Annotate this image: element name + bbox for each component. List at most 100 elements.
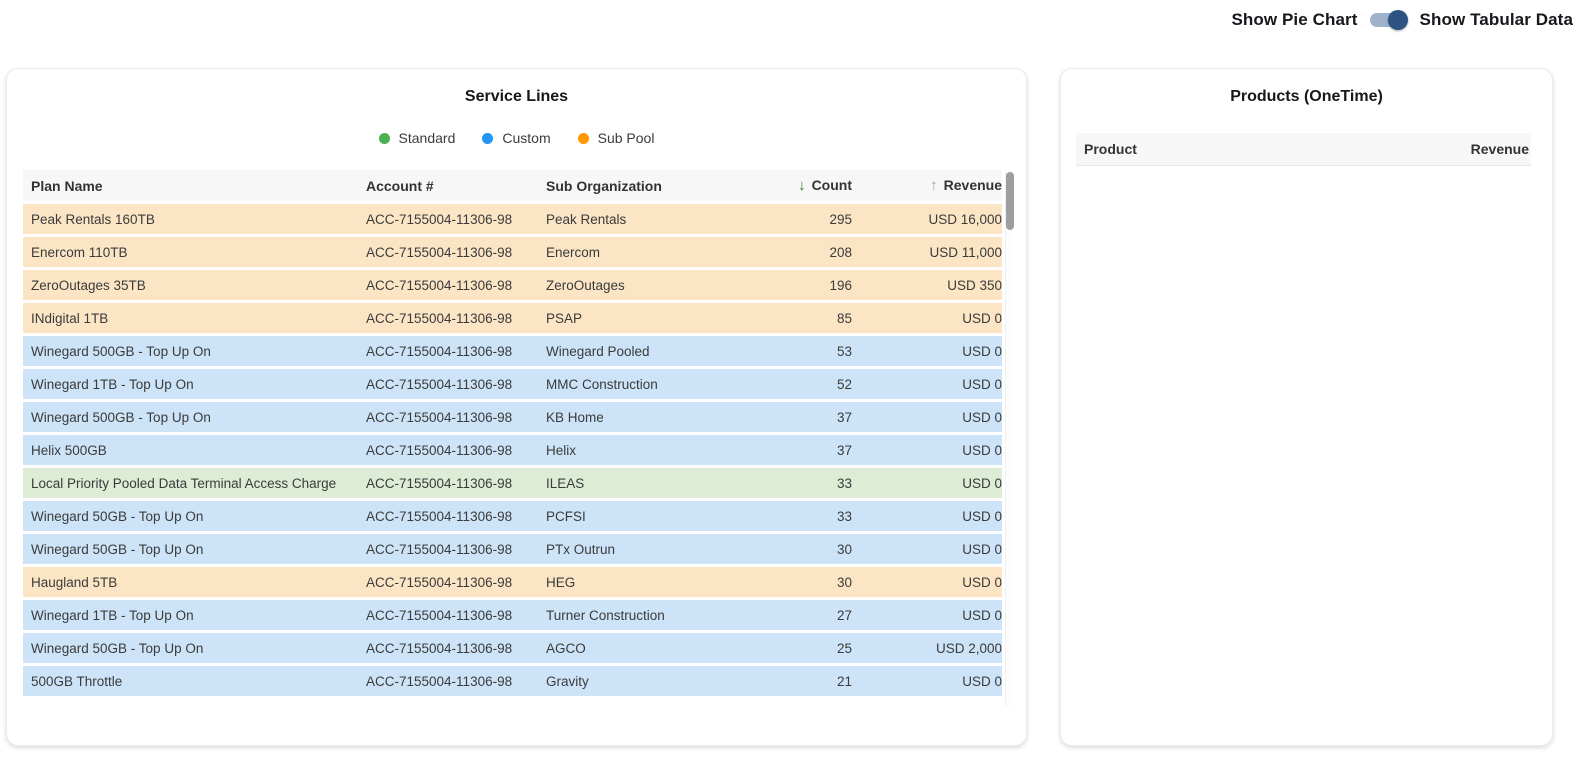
cell-count: 37 — [722, 410, 852, 425]
table-row[interactable]: Haugland 5TBACC-7155004-11306-98HEG30USD… — [23, 567, 1002, 597]
cell-account: ACC-7155004-11306-98 — [366, 641, 546, 656]
cell-sub-organization: Gravity — [546, 674, 722, 689]
cell-sub-organization: KB Home — [546, 410, 722, 425]
legend-label: Custom — [502, 130, 550, 146]
cell-sub-organization: PCFSI — [546, 509, 722, 524]
products-table-header: Product Revenue — [1076, 133, 1531, 166]
cell-account: ACC-7155004-11306-98 — [366, 443, 546, 458]
cell-plan: Winegard 500GB - Top Up On — [31, 344, 366, 359]
cell-account: ACC-7155004-11306-98 — [366, 608, 546, 623]
toggle-knob-icon — [1388, 10, 1408, 30]
column-header-plan-name[interactable]: Plan Name — [31, 178, 366, 194]
scrollbar-thumb[interactable] — [1006, 172, 1014, 230]
cell-account: ACC-7155004-11306-98 — [366, 311, 546, 326]
view-toggle-bar: Show Pie Chart Show Tabular Data — [0, 0, 1581, 40]
cell-revenue: USD 0 — [852, 476, 1002, 491]
cell-sub-organization: Peak Rentals — [546, 212, 722, 227]
cell-revenue: USD 11,000 — [852, 245, 1002, 260]
cell-revenue: USD 0 — [852, 509, 1002, 524]
products-card: Products (OneTime) Product Revenue — [1060, 68, 1553, 746]
legend-item-custom[interactable]: Custom — [482, 130, 550, 146]
cell-account: ACC-7155004-11306-98 — [366, 476, 546, 491]
cell-sub-organization: Helix — [546, 443, 722, 458]
products-table: Product Revenue — [1076, 133, 1531, 206]
service-lines-table-header: Plan Name Account # Sub Organization ↓ Co… — [23, 170, 1002, 201]
table-row[interactable]: Winegard 50GB - Top Up OnACC-7155004-113… — [23, 633, 1002, 663]
column-header-account[interactable]: Account # — [366, 178, 546, 194]
products-title: Products (OneTime) — [1061, 88, 1552, 106]
cell-count: 295 — [722, 212, 852, 227]
legend-item-standard[interactable]: Standard — [379, 130, 456, 146]
service-lines-title: Service Lines — [7, 88, 1026, 106]
cell-account: ACC-7155004-11306-98 — [366, 344, 546, 359]
cell-revenue: USD 0 — [852, 344, 1002, 359]
table-row[interactable]: Helix 500GBACC-7155004-11306-98Helix37US… — [23, 435, 1002, 465]
column-header-sub-organization[interactable]: Sub Organization — [546, 178, 722, 194]
cell-account: ACC-7155004-11306-98 — [366, 212, 546, 227]
cell-sub-organization: ILEAS — [546, 476, 722, 491]
show-pie-chart-label[interactable]: Show Pie Chart — [1231, 10, 1357, 30]
pie-tabular-toggle[interactable] — [1370, 9, 1408, 31]
sub-pool-dot-icon — [578, 133, 589, 144]
cell-plan: Winegard 50GB - Top Up On — [31, 641, 366, 656]
cell-sub-organization: AGCO — [546, 641, 722, 656]
dashboard-cards: Service Lines Standard Custom Sub Pool P… — [6, 68, 1581, 746]
cell-plan: 500GB Throttle — [31, 674, 366, 689]
column-header-product[interactable]: Product — [1084, 141, 1471, 157]
cell-count: 196 — [722, 278, 852, 293]
custom-dot-icon — [482, 133, 493, 144]
sort-descending-arrow-icon: ↓ — [798, 177, 806, 194]
table-scrollbar[interactable] — [1005, 170, 1013, 706]
products-table-body — [1076, 166, 1531, 206]
column-header-product-revenue[interactable]: Revenue — [1471, 141, 1529, 157]
revenue-header-label: Revenue — [944, 177, 1002, 193]
cell-count: 37 — [722, 443, 852, 458]
cell-sub-organization: Turner Construction — [546, 608, 722, 623]
table-row[interactable]: Winegard 500GB - Top Up OnACC-7155004-11… — [23, 336, 1002, 366]
cell-plan: Winegard 50GB - Top Up On — [31, 542, 366, 557]
column-header-revenue[interactable]: ↑ Revenue — [852, 177, 1002, 194]
count-header-label: Count — [812, 177, 852, 193]
column-header-count[interactable]: ↓ Count — [722, 177, 852, 194]
table-row[interactable]: Winegard 1TB - Top Up OnACC-7155004-1130… — [23, 600, 1002, 630]
cell-count: 33 — [722, 509, 852, 524]
table-row[interactable]: ZeroOutages 35TBACC-7155004-11306-98Zero… — [23, 270, 1002, 300]
table-row[interactable]: Enercom 110TBACC-7155004-11306-98Enercom… — [23, 237, 1002, 267]
cell-sub-organization: Enercom — [546, 245, 722, 260]
cell-sub-organization: MMC Construction — [546, 377, 722, 392]
table-row[interactable]: Winegard 1TB - Top Up OnACC-7155004-1130… — [23, 369, 1002, 399]
cell-sub-organization: PSAP — [546, 311, 722, 326]
cell-revenue: USD 0 — [852, 674, 1002, 689]
cell-sub-organization: Winegard Pooled — [546, 344, 722, 359]
cell-count: 53 — [722, 344, 852, 359]
sort-ascending-arrow-icon: ↑ — [930, 177, 938, 194]
table-row[interactable]: Winegard 50GB - Top Up OnACC-7155004-113… — [23, 501, 1002, 531]
cell-sub-organization: ZeroOutages — [546, 278, 722, 293]
show-tabular-data-label[interactable]: Show Tabular Data — [1420, 10, 1573, 30]
cell-revenue: USD 0 — [852, 443, 1002, 458]
cell-revenue: USD 0 — [852, 377, 1002, 392]
cell-count: 52 — [722, 377, 852, 392]
table-row[interactable]: Winegard 50GB - Top Up OnACC-7155004-113… — [23, 534, 1002, 564]
cell-revenue: USD 16,000 — [852, 212, 1002, 227]
cell-revenue: USD 2,000 — [852, 641, 1002, 656]
cell-plan: Enercom 110TB — [31, 245, 366, 260]
legend-label: Sub Pool — [598, 130, 655, 146]
table-row[interactable]: INdigital 1TBACC-7155004-11306-98PSAP85U… — [23, 303, 1002, 333]
service-lines-legend: Standard Custom Sub Pool — [7, 130, 1026, 146]
cell-plan: Winegard 50GB - Top Up On — [31, 509, 366, 524]
table-row[interactable]: 500GB ThrottleACC-7155004-11306-98Gravit… — [23, 666, 1002, 696]
legend-item-sub-pool[interactable]: Sub Pool — [578, 130, 655, 146]
cell-plan: Haugland 5TB — [31, 575, 366, 590]
cell-account: ACC-7155004-11306-98 — [366, 278, 546, 293]
cell-plan: INdigital 1TB — [31, 311, 366, 326]
table-row[interactable]: Peak Rentals 160TBACC-7155004-11306-98Pe… — [23, 204, 1002, 234]
table-row[interactable]: Local Priority Pooled Data Terminal Acce… — [23, 468, 1002, 498]
cell-sub-organization: HEG — [546, 575, 722, 590]
cell-account: ACC-7155004-11306-98 — [366, 674, 546, 689]
cell-count: 85 — [722, 311, 852, 326]
table-row[interactable]: Winegard 500GB - Top Up OnACC-7155004-11… — [23, 402, 1002, 432]
service-lines-table-body: Peak Rentals 160TBACC-7155004-11306-98Pe… — [23, 204, 1002, 696]
cell-plan: Winegard 1TB - Top Up On — [31, 377, 366, 392]
cell-account: ACC-7155004-11306-98 — [366, 245, 546, 260]
